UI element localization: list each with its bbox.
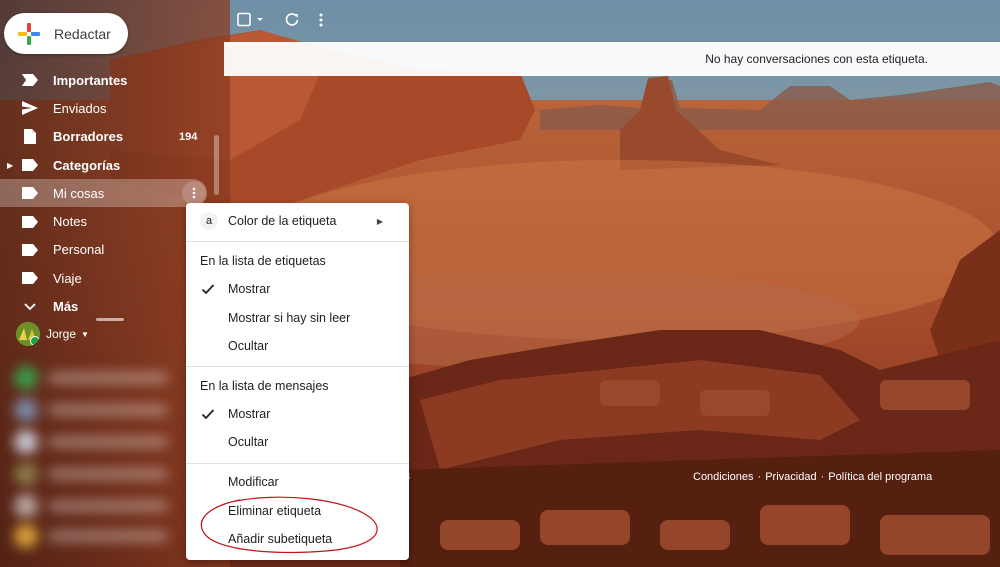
avatar [16,322,40,346]
sidebar-nav: Importantes Enviados Borradores 194 ▶ Ca… [0,66,212,321]
menu-divider [186,463,409,464]
sidebar-item-mi-cosas[interactable]: Mi cosas [0,179,207,208]
list-item[interactable] [14,524,184,548]
sidebar-item-label: Borradores [53,129,124,145]
label-icon [22,215,38,229]
expand-arrow-icon[interactable]: ▶ [7,161,13,170]
menu-divider [186,366,409,367]
menu-item-label: Color de la etiqueta [228,214,337,228]
sidebar-item-label: Mi cosas [53,185,105,201]
hangouts-account[interactable]: Jorge ▼ [16,322,89,346]
toolbar [236,8,324,32]
list-item[interactable] [14,366,184,390]
list-item[interactable] [14,398,184,422]
draft-count: 194 [179,130,198,143]
menu-item-delete-label[interactable]: Eliminar etiqueta [186,497,409,525]
sidebar-item-personal[interactable]: Personal [0,236,212,264]
list-item[interactable] [14,430,184,454]
menu-section-title: En la lista de mensajes [200,379,329,393]
label-icon [22,186,38,200]
sidebar-item-viaje[interactable]: Viaje [0,264,212,292]
chevron-down-icon: ▼ [81,329,89,339]
menu-item-add-sublabel[interactable]: Añadir subetiqueta [186,525,409,553]
label-context-menu: a Color de la etiqueta ▶ En la lista de … [186,203,409,560]
refresh-icon [285,13,299,26]
sidebar-item-borradores[interactable]: Borradores 194 [0,123,212,151]
footer-links: Condiciones · Privacidad · Política del prog… [693,471,932,483]
refresh-button[interactable] [284,12,300,28]
sidebar-scrollbar[interactable] [214,135,219,195]
menu-item-label: Ocultar [228,435,269,449]
list-item[interactable] [14,462,184,486]
sidebar-item-label: Más [53,299,79,315]
menu-item-message-list-show[interactable]: Mostrar [186,400,409,428]
label-options-button[interactable] [182,181,206,206]
menu-item-label: Añadir subetiqueta [228,532,333,546]
footer-separator: · [757,471,762,483]
label-icon [22,243,38,257]
menu-item-label: Modificar [228,475,279,489]
label-color-swatch: a [200,212,218,230]
list-item[interactable] [14,494,184,518]
sidebar-item-mas[interactable]: Más [0,292,212,320]
account-name: Jorge [46,327,77,341]
label-icon [22,158,38,172]
menu-item-label: Ocultar [228,339,269,353]
more-vert-icon [319,13,323,27]
menu-item-edit[interactable]: Modificar [186,468,409,496]
draft-icon [22,129,38,145]
menu-divider [186,241,409,242]
more-vert-icon [192,188,196,199]
more-options-button[interactable] [318,12,324,28]
menu-section-title: En la lista de etiquetas [200,254,326,268]
compose-label: Redactar [54,25,111,42]
compose-button[interactable]: Redactar [4,13,128,54]
menu-item-label: Eliminar etiqueta [228,504,322,518]
send-icon [22,101,38,116]
menu-item-label-list-show[interactable]: Mostrar [186,275,409,303]
sidebar-item-importantes[interactable]: Importantes [0,66,212,94]
hangouts-divider [96,318,124,321]
menu-item-label-color[interactable]: a Color de la etiqueta ▶ [186,207,409,235]
sidebar-item-label: Enviados [53,100,107,116]
privacy-link[interactable]: Privacidad [765,471,816,483]
sidebar-item-label: Categorías [53,157,121,173]
sidebar-item-categorias[interactable]: ▶ Categorías [0,151,212,179]
menu-item-label: Mostrar [228,282,271,296]
submenu-arrow-icon: ▶ [376,216,383,226]
sidebar-item-label: Viaje [53,270,82,286]
check-icon [201,284,215,295]
sidebar-item-label: Personal [53,242,105,258]
menu-item-message-list-hide[interactable]: Ocultar [186,428,409,456]
menu-section-message-list: En la lista de mensajes [186,372,409,400]
menu-item-label: Mostrar [228,407,271,421]
sidebar-item-enviados[interactable]: Enviados [0,94,212,122]
checkbox-icon [237,12,263,27]
sidebar-item-label: Importantes [53,72,128,88]
compose-plus-icon [18,22,40,45]
online-status-dot [30,336,40,346]
menu-item-label-list-show-if-unread[interactable]: Mostrar si hay sin leer [186,304,409,332]
chevron-down-icon [22,300,38,314]
program-policy-link[interactable]: Política del programa [828,471,932,483]
menu-item-label-list-hide[interactable]: Ocultar [186,332,409,360]
empty-label-bar: No hay conversaciones con esta etiqueta. [224,42,1000,76]
terms-link[interactable]: Condiciones [693,471,754,483]
label-important-icon [22,73,38,87]
label-icon [22,271,38,285]
check-icon [201,409,215,420]
hangouts-contact-list [0,356,186,567]
select-all-checkbox[interactable] [236,12,266,28]
empty-label-message: No hay conversaciones con esta etiqueta. [705,52,928,66]
footer-separator: · [820,471,825,483]
sidebar-item-notes[interactable]: Notes [0,207,212,235]
menu-item-label: Mostrar si hay sin leer [228,311,351,325]
sidebar-item-label: Notes [53,214,87,230]
menu-section-label-list: En la lista de etiquetas [186,247,409,275]
